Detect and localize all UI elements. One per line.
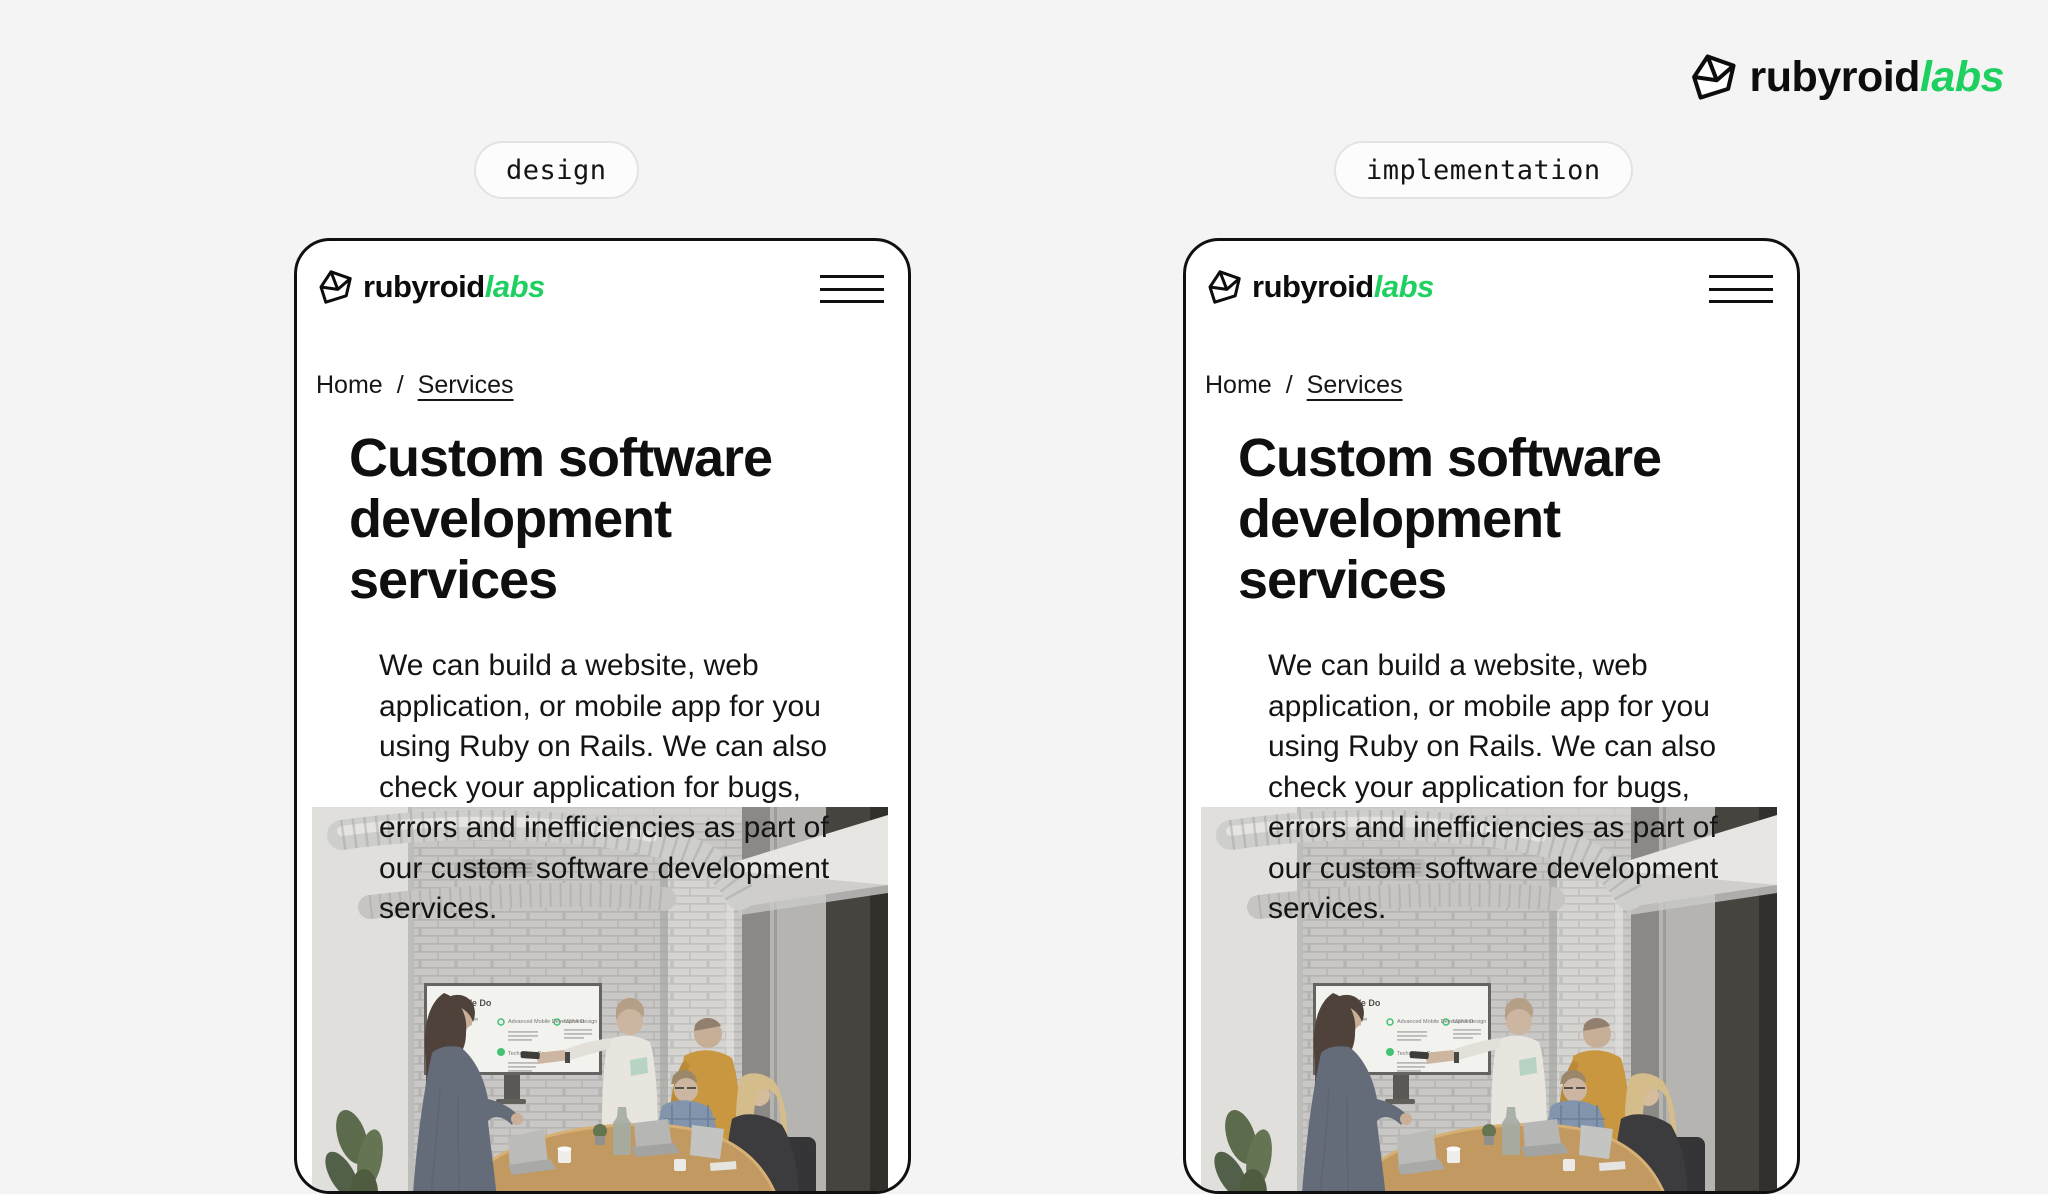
- breadcrumb: Home / Services: [316, 371, 908, 400]
- mobile-navbar: rubyroidlabs: [297, 241, 908, 307]
- implementation-label-text: implementation: [1366, 155, 1601, 186]
- breadcrumb-separator: /: [1286, 371, 1293, 400]
- rubyroid-logo-icon: [1686, 50, 1740, 104]
- brand-wordmark-green: labs: [1920, 53, 2004, 101]
- phone-mockup-design: rubyroidlabs Home / Services Custom soft…: [294, 238, 911, 1194]
- breadcrumb: Home / Services: [1205, 371, 1797, 400]
- page-title: Custom software development services: [349, 428, 869, 610]
- breadcrumb-services-link[interactable]: Services: [418, 371, 514, 400]
- page-title: Custom software development services: [1238, 428, 1758, 610]
- site-wordmark: rubyroidlabs: [1252, 269, 1434, 305]
- site-wordmark-green: labs: [485, 269, 545, 304]
- intro-paragraph: We can build a website, web application,…: [1268, 646, 1748, 930]
- mobile-navbar: rubyroidlabs: [1186, 241, 1797, 307]
- site-logo[interactable]: rubyroidlabs: [315, 267, 545, 307]
- comparison-canvas: rubyroidlabs design implementation rubyr…: [0, 0, 2048, 1152]
- brand-wordmark: rubyroidlabs: [1750, 53, 2004, 102]
- site-wordmark-black: rubyroid: [363, 269, 485, 304]
- brand-wordmark-black: rubyroid: [1750, 53, 1920, 101]
- design-label: design: [474, 141, 639, 199]
- design-label-text: design: [506, 155, 607, 186]
- site-logo[interactable]: rubyroidlabs: [1204, 267, 1434, 307]
- breadcrumb-home-link[interactable]: Home: [1205, 371, 1272, 400]
- breadcrumb-services-link[interactable]: Services: [1307, 371, 1403, 400]
- implementation-label: implementation: [1334, 141, 1633, 199]
- phone-mockup-implementation: rubyroidlabs Home / Services Custom soft…: [1183, 238, 1800, 1194]
- rubyroid-logo-icon: [315, 267, 355, 307]
- rubyroid-logo-icon: [1204, 267, 1244, 307]
- site-wordmark-black: rubyroid: [1252, 269, 1374, 304]
- hamburger-menu-icon[interactable]: [1709, 273, 1773, 305]
- site-wordmark: rubyroidlabs: [363, 269, 545, 305]
- site-wordmark-green: labs: [1374, 269, 1434, 304]
- intro-paragraph: We can build a website, web application,…: [379, 646, 859, 930]
- hamburger-menu-icon[interactable]: [820, 273, 884, 305]
- breadcrumb-separator: /: [397, 371, 404, 400]
- brand-logo: rubyroidlabs: [1686, 50, 2004, 104]
- breadcrumb-home-link[interactable]: Home: [316, 371, 383, 400]
